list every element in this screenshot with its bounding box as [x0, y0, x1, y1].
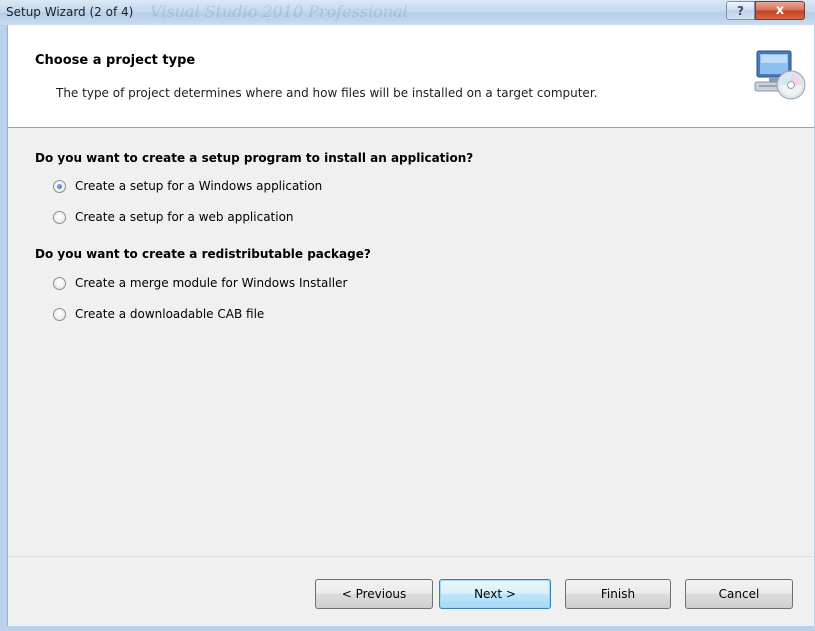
close-icon: x [775, 3, 785, 18]
radio-windows-application[interactable]: Create a setup for a Windows application [53, 177, 322, 195]
page-title: Choose a project type [35, 53, 196, 68]
radio-label: Create a setup for a Windows application [75, 179, 323, 193]
radio-label: Create a merge module for Windows Instal… [75, 276, 348, 290]
cancel-button[interactable]: Cancel [685, 579, 793, 609]
radio-button[interactable] [53, 210, 66, 224]
radio-cab-file[interactable]: Create a downloadable CAB file [53, 305, 264, 323]
finish-button[interactable]: Finish [565, 579, 671, 609]
radio-button[interactable] [53, 276, 66, 290]
close-button[interactable]: x [755, 1, 805, 20]
radio-button-checked[interactable] [53, 179, 66, 193]
wizard-header: Choose a project type The type of projec… [8, 25, 814, 128]
radio-button[interactable] [53, 307, 66, 321]
group-heading-application: Do you want to create a setup program to… [35, 151, 474, 165]
radio-label: Create a downloadable CAB file [75, 307, 265, 321]
radio-label: Create a setup for a web application [75, 210, 294, 224]
help-button[interactable]: ? [726, 1, 755, 20]
previous-button[interactable]: < Previous [315, 579, 433, 609]
page-description: The type of project determines where and… [56, 86, 598, 100]
group-heading-redistributable: Do you want to create a redistributable … [35, 247, 371, 261]
wizard-window: Choose a project type The type of projec… [7, 25, 814, 626]
setup-computer-cd-icon [754, 50, 806, 100]
radio-merge-module[interactable]: Create a merge module for Windows Instal… [53, 274, 347, 292]
window-bottom-frame [0, 626, 815, 631]
next-button[interactable]: Next > [439, 579, 551, 609]
help-icon: ? [737, 3, 744, 18]
window-title: Setup Wizard (2 of 4) [6, 5, 134, 19]
radio-web-application[interactable]: Create a setup for a web application [53, 208, 294, 226]
title-bar[interactable]: Visual Studio 2010 Professional Setup Wi… [0, 0, 815, 25]
title-watermark: Visual Studio 2010 Professional [150, 2, 408, 21]
footer-divider [8, 556, 814, 557]
